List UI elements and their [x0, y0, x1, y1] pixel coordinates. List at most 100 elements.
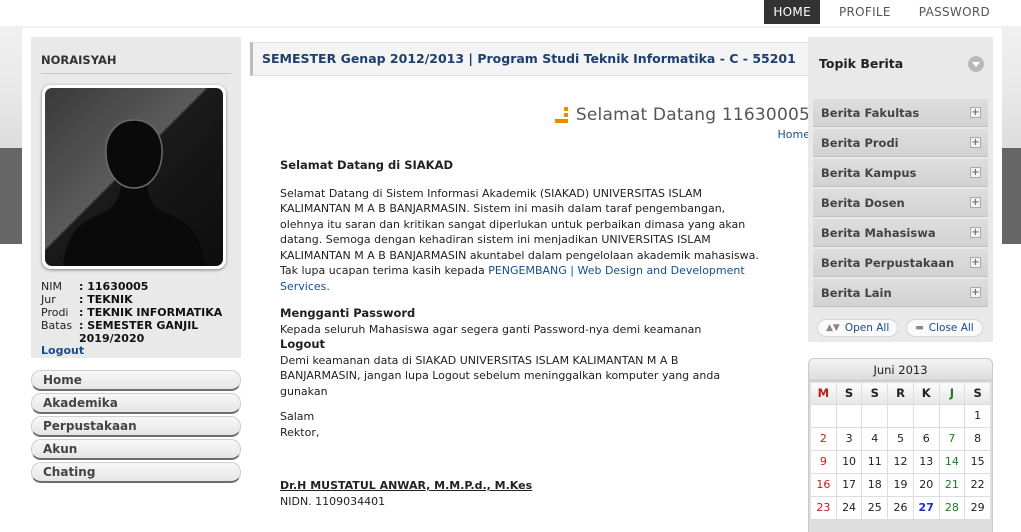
calendar-day[interactable]: 11: [862, 451, 888, 473]
berita-item-fakultas[interactable]: Berita Fakultas +: [813, 99, 988, 127]
calendar-day[interactable]: 8: [965, 428, 990, 450]
expand-plus-icon[interactable]: +: [970, 167, 981, 178]
calendar-day[interactable]: 6: [913, 428, 939, 450]
calendar-day-header: J: [939, 383, 965, 404]
calendar-day: [939, 405, 965, 427]
user-silhouette-icon: [63, 119, 205, 266]
info-jur: Jur : TEKNIK: [41, 293, 236, 306]
expand-plus-icon[interactable]: +: [970, 287, 981, 298]
nav-home[interactable]: HOME: [764, 0, 820, 24]
welcome-title: Selamat Datang 11630005: [554, 105, 810, 125]
info-label: NIM: [41, 280, 62, 293]
info-value: : 11630005: [79, 280, 149, 293]
berita-item-perpustakaan[interactable]: Berita Perpustakaan +: [813, 249, 988, 277]
close-all-button[interactable]: ▬ Close All: [906, 319, 983, 337]
menu-item-akun[interactable]: Akun: [31, 439, 241, 460]
expand-plus-icon[interactable]: +: [970, 197, 981, 208]
menu-item-chating[interactable]: Chating: [31, 462, 241, 483]
calendar-day-header: S: [965, 383, 990, 404]
menu-item-home[interactable]: Home: [31, 370, 241, 391]
nav-password[interactable]: PASSWORD: [910, 0, 999, 24]
info-nim: NIM : 11630005: [41, 280, 236, 293]
orange-squares-icon: [554, 107, 571, 123]
calendar-day[interactable]: 4: [862, 428, 888, 450]
nav-profile[interactable]: PROFILE: [830, 0, 900, 24]
signer-nidn: NIDN. 1109034401: [280, 494, 386, 508]
top-nav: HOME PROFILE PASSWORD: [754, 0, 999, 24]
logout-link[interactable]: Logout: [41, 344, 84, 357]
berita-label: Berita Fakultas: [821, 106, 920, 120]
rektor-text: Rektor,: [280, 425, 320, 439]
info-label: Batas: [41, 319, 73, 332]
collapse-toggle-icon[interactable]: [968, 56, 984, 72]
calendar-day[interactable]: 1: [965, 405, 990, 427]
calendar-day: [888, 405, 913, 427]
expand-arrows-icon: ▲▼: [826, 323, 840, 333]
password-title: Mengganti Password: [280, 306, 416, 320]
calendar-day-header: M: [811, 383, 836, 404]
calendar-day[interactable]: 12: [888, 451, 913, 473]
calendar-day[interactable]: 7: [939, 428, 965, 450]
content-panel: SEMESTER Genap 2012/2013 | Program Studi…: [250, 37, 824, 523]
calendar-day[interactable]: 25: [862, 497, 888, 519]
avatar: [42, 85, 226, 269]
calendar-day[interactable]: 21: [939, 474, 965, 496]
open-all-label: Open All: [844, 322, 890, 334]
side-menu: Home Akademika Perpustakaan Akun Chating: [31, 370, 241, 485]
menu-item-akademika[interactable]: Akademika: [31, 393, 241, 414]
topik-berita-panel: Topik Berita Berita Fakultas + Berita Pro…: [808, 37, 993, 342]
info-label: Jur: [41, 293, 56, 306]
berita-label: Berita Prodi: [821, 136, 899, 150]
signer-name: Dr.H MUSTATUL ANWAR, M.M.P.d., M.Kes: [280, 479, 533, 492]
expand-plus-icon[interactable]: +: [970, 107, 981, 118]
open-all-button[interactable]: ▲▼ Open All: [817, 319, 899, 337]
info-value: : SEMESTER GANJIL 2019/2020: [79, 319, 199, 345]
berita-item-prodi[interactable]: Berita Prodi +: [813, 129, 988, 157]
calendar-day[interactable]: 20: [913, 474, 939, 496]
calendar-day[interactable]: 23: [811, 497, 836, 519]
berita-list: Berita Fakultas + Berita Prodi + Berita Ka…: [813, 99, 988, 309]
calendar-day[interactable]: 2: [811, 428, 836, 450]
welcome-content: Selamat Datang di SIAKAD Selamat Datang …: [280, 158, 760, 509]
berita-label: Berita Dosen: [821, 196, 905, 210]
calendar-day[interactable]: 14: [939, 451, 965, 473]
berita-item-kampus[interactable]: Berita Kampus +: [813, 159, 988, 187]
calendar-day[interactable]: 27: [913, 497, 939, 519]
topik-title: Topik Berita: [819, 56, 904, 71]
berita-item-lain[interactable]: Berita Lain +: [813, 279, 988, 307]
profile-panel: NORAISYAH NIM : 11630005 Jur : TEKNIK Pr…: [31, 37, 241, 358]
logout-text: Demi keamanan data di SIAKAD UNIVERSITAS…: [280, 353, 721, 398]
calendar-day[interactable]: 13: [913, 451, 939, 473]
calendar-day[interactable]: 16: [811, 474, 836, 496]
calendar-day[interactable]: 15: [965, 451, 990, 473]
calendar-day[interactable]: 29: [965, 497, 990, 519]
calendar-day[interactable]: 18: [862, 474, 888, 496]
calendar-day[interactable]: 24: [836, 497, 862, 519]
berita-item-mahasiswa[interactable]: Berita Mahasiswa +: [813, 219, 988, 247]
info-label: Prodi: [41, 306, 69, 319]
profile-name: NORAISYAH: [41, 53, 231, 74]
expand-plus-icon[interactable]: +: [970, 257, 981, 268]
calendar-day[interactable]: 17: [836, 474, 862, 496]
calendar-day[interactable]: 9: [811, 451, 836, 473]
berita-item-dosen[interactable]: Berita Dosen +: [813, 189, 988, 217]
salam-text: Salam: [280, 410, 315, 423]
expand-plus-icon[interactable]: +: [970, 137, 981, 148]
calendar-day[interactable]: 19: [888, 474, 913, 496]
calendar-day[interactable]: 26: [888, 497, 913, 519]
calendar-day[interactable]: 10: [836, 451, 862, 473]
breadcrumb-home[interactable]: Home: [778, 128, 810, 141]
calendar-day[interactable]: 3: [836, 428, 862, 450]
berita-label: Berita Lain: [821, 286, 892, 300]
calendar-day[interactable]: 5: [888, 428, 913, 450]
calendar-day: [811, 405, 836, 427]
info-batas: Batas : SEMESTER GANJIL 2019/2020: [41, 319, 236, 345]
expand-plus-icon[interactable]: +: [970, 227, 981, 238]
menu-item-perpustakaan[interactable]: Perpustakaan: [31, 416, 241, 437]
info-value: : TEKNIK: [79, 293, 133, 306]
calendar-day[interactable]: 28: [939, 497, 965, 519]
info-prodi: Prodi : TEKNIK INFORMATIKA: [41, 306, 236, 319]
calendar-day[interactable]: 22: [965, 474, 990, 496]
calendar-day-header: K: [913, 383, 939, 404]
top-bar: HOME PROFILE PASSWORD: [0, 0, 1021, 26]
